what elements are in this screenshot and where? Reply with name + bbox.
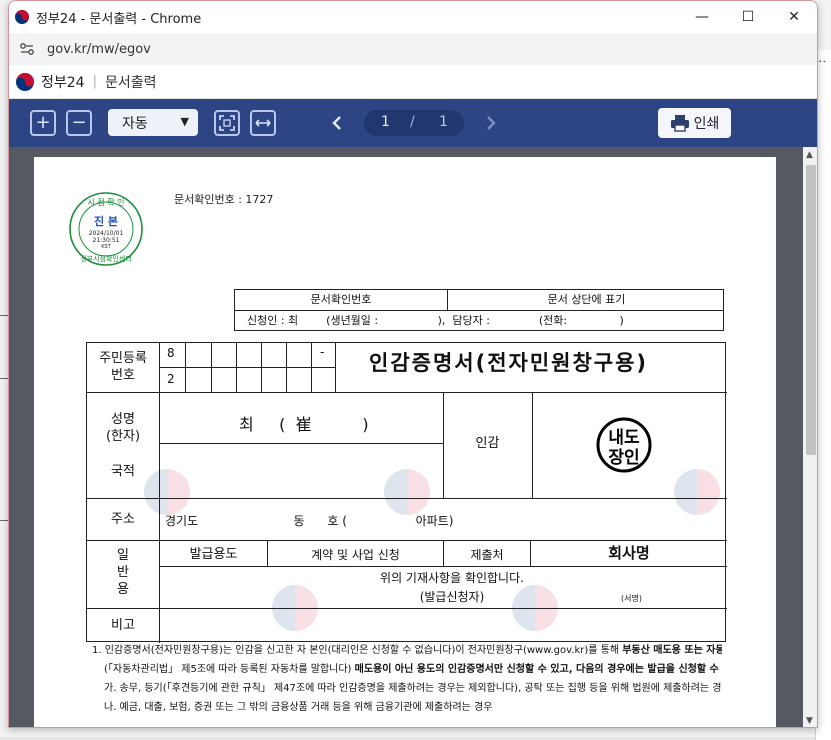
print-label: 인쇄 — [693, 116, 720, 132]
scroll-up-icon[interactable]: ▲ — [806, 150, 813, 160]
address-value: 경기도 동 호 ( 아파트) — [165, 514, 454, 528]
header-separator: | — [92, 74, 97, 89]
purpose-label: 발급용도 — [189, 547, 238, 562]
seal-text-top: 내도 — [608, 428, 640, 448]
resident-digit-1: 8 — [167, 346, 175, 360]
issue-info-box: 문서확인번호 문서 상단에 표기 신청인 : 최 (생년월일 : ), 담당자 … — [234, 289, 724, 331]
print-button[interactable]: 인쇄 — [658, 108, 731, 138]
brand-name: 정부24 — [41, 74, 85, 91]
url-text[interactable]: gov.kr/mw/egov — [47, 42, 151, 57]
confirm-text: 위의 기재사항을 확인합니다. — [380, 571, 524, 585]
stamp-bottom-text: 정부시점확인센터 — [80, 254, 132, 263]
gov-logo-icon — [15, 10, 29, 24]
submit-value: 회사명 — [608, 544, 650, 562]
verification-stamp: 시 점 확 인 진 본 2024/10/01 21:30:51 KST 정부시점… — [69, 192, 143, 266]
resident-number-label: 주민등록 번호 — [99, 351, 147, 383]
title-bar: 정부24 - 문서출력 - Chrome — ☐ ✕ — [9, 1, 817, 33]
document-viewer[interactable]: 시 점 확 인 진 본 2024/10/01 21:30:51 KST 정부시점… — [9, 147, 817, 727]
fit-page-button[interactable] — [214, 110, 240, 136]
stamp-tz: KST — [101, 244, 111, 250]
name-value: 최 ( 崔 ) — [239, 415, 369, 434]
printer-icon — [670, 115, 689, 132]
close-icon[interactable]: ✕ — [771, 1, 817, 33]
chrome-popup-window: 정부24 - 문서출력 - Chrome — ☐ ✕ gov.kr/mw/ego… — [8, 0, 818, 728]
viewer-toolbar: + − 자동 ▼ 1 / 1 인쇄 — [9, 99, 817, 147]
remark-label: 비고 — [111, 618, 135, 633]
doc-top-note: 문서 상단에 표기 — [547, 293, 626, 306]
stamp-top-text: 시 점 확 인 — [87, 197, 124, 207]
submit-label: 제출처 — [470, 548, 504, 562]
chevron-down-icon: ▼ — [180, 115, 189, 128]
next-page-icon[interactable] — [481, 110, 501, 136]
maximize-icon[interactable]: ☐ — [725, 1, 771, 33]
general-use-label: 일 반 용 — [117, 548, 129, 597]
stamp-time: 21:30:51 — [93, 237, 120, 244]
address-bar[interactable]: gov.kr/mw/egov — [9, 33, 817, 65]
scrollbar-thumb[interactable] — [806, 165, 816, 455]
note-line-2: (「자동차관리법」 제5조에 따라 등록된 자동차를 말합니다) 매도용이 아닌… — [104, 664, 722, 675]
vertical-scrollbar[interactable]: ▲ ▼ — [803, 147, 817, 727]
current-page[interactable]: 1 — [381, 114, 390, 130]
zoom-out-button[interactable]: − — [66, 110, 92, 136]
minimize-icon[interactable]: — — [679, 1, 725, 33]
stamp-date: 2024/10/01 — [89, 230, 124, 237]
zoom-select[interactable]: 자동 ▼ — [108, 109, 198, 136]
note-line-3: 가. 송무, 등기(「후견등기에 관한 규칙」 제47조에 따라 인감증명을 제… — [104, 683, 722, 694]
window-title: 정부24 - 문서출력 - Chrome — [36, 11, 202, 27]
note-line-1: 1. 인감증명서(전자민원창구용)는 인감을 신고한 자 본인(대리인은 신청할… — [92, 645, 722, 656]
form-title: 인감증명서(전자민원창구용) — [369, 351, 649, 375]
signature-label: (서명) — [621, 594, 642, 603]
note-line-4: 나. 예금, 대출, 보험, 증권 또는 그 밖의 금융상품 거래 등을 위해 … — [104, 702, 493, 713]
total-pages: 1 — [439, 114, 448, 130]
fit-page-icon — [219, 115, 235, 131]
prev-page-icon[interactable] — [327, 110, 347, 136]
zoom-in-button[interactable]: + — [30, 110, 56, 136]
notes-section: 1. 인감증명서(전자민원창구용)는 인감을 신고한 자 본인(대리인은 신청할… — [92, 641, 722, 717]
nationality-label: 국적 — [111, 464, 135, 479]
page-separator: / — [410, 114, 415, 130]
document-page: 시 점 확 인 진 본 2024/10/01 21:30:51 KST 정부시점… — [34, 157, 776, 727]
certificate-form: 주민등록 번호 8 2 - 인감증명서(전자민원창구용) 성명 (한자) 최 (… — [86, 342, 727, 643]
fit-width-icon — [255, 119, 271, 127]
applicant-line: 신청인 : 최 (생년월일 : ), 담당자 : (전화: ) — [247, 314, 624, 327]
name-label: 성명 (한자) — [105, 412, 141, 444]
gov24-logo-icon — [16, 72, 34, 91]
seal-impression: 내도 장인 — [596, 417, 652, 473]
resident-digit-2: 2 — [167, 372, 175, 386]
resident-dash: - — [320, 345, 325, 359]
doc-number-header: 문서확인번호 — [235, 290, 448, 311]
fit-width-button[interactable] — [250, 110, 276, 136]
seal-text-bottom: 장인 — [608, 448, 639, 468]
site-settings-icon[interactable] — [19, 41, 35, 57]
applicant-sign-label: (발급신청자) — [419, 590, 485, 604]
seal-label: 인감 — [475, 436, 500, 451]
section-title: 문서출력 — [104, 74, 157, 91]
scroll-down-icon[interactable]: ▼ — [806, 716, 813, 726]
address-label: 주소 — [111, 512, 135, 527]
app-header: 정부24 | 문서출력 — [9, 65, 817, 99]
purpose-value: 계약 및 사업 신청 — [311, 548, 400, 562]
page-indicator[interactable]: 1 / 1 — [364, 110, 464, 136]
stamp-center-text: 진 본 — [94, 214, 118, 228]
zoom-select-value: 자동 — [122, 115, 148, 132]
document-number: 문서확인번호 : 1727 — [174, 193, 274, 206]
